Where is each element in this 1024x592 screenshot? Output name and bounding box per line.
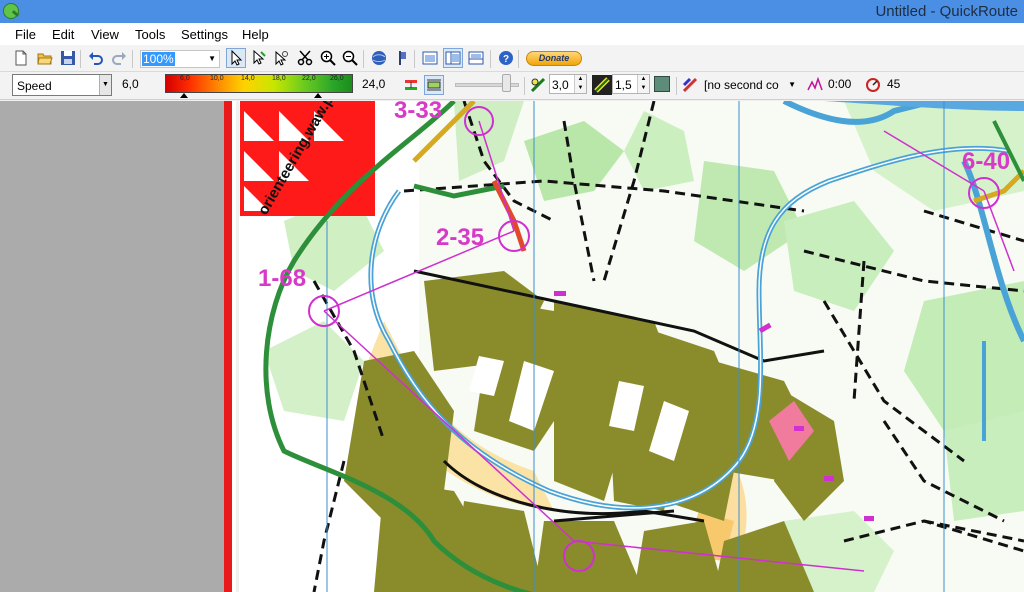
gradient-flip-icon[interactable] [402, 76, 420, 94]
help-icon[interactable]: ? [497, 49, 515, 67]
orienteering-map: orienteering.waw.pl 3-33 2-35 1-68 6-40 [224, 101, 1024, 592]
gradient-tick: 18,0 [272, 75, 286, 82]
svg-text:?: ? [503, 54, 509, 65]
split-pane-icon[interactable] [443, 48, 463, 68]
gradient-tick: 14,0 [241, 75, 255, 82]
menu-bar: File Edit View Tools Settings Help [0, 23, 1024, 45]
menu-help[interactable]: Help [242, 27, 269, 42]
new-icon[interactable] [12, 49, 30, 67]
smoothing-value[interactable]: 45 [887, 77, 900, 91]
toolbar-separator [414, 50, 415, 68]
laps-side-pane [0, 101, 224, 592]
route-line-width-value: 3,0 [552, 78, 569, 92]
globe-icon[interactable] [370, 49, 388, 67]
route-mask-width-value: 1,5 [615, 78, 632, 92]
color-gradient-bar[interactable]: 6,0 10,0 14,0 18,0 22,0 26,0 [165, 74, 353, 93]
gradient-tick: 26,0 [330, 75, 344, 82]
toolbar-separator [363, 50, 364, 68]
gradient-high-marker[interactable] [314, 93, 322, 98]
cut-icon[interactable] [296, 49, 314, 67]
gradient-transparency-slider-thumb[interactable] [502, 74, 511, 92]
menu-file[interactable]: File [15, 27, 36, 42]
control-label: 1-68 [258, 265, 306, 292]
gradient-low-value[interactable]: 6,0 [122, 77, 139, 91]
time-graph-icon [806, 76, 824, 94]
window-title: Untitled - QuickRoute [875, 3, 1018, 20]
second-property-combo[interactable]: [no second co ▼ [702, 75, 798, 95]
open-icon[interactable] [36, 49, 54, 67]
title-bar: Untitled - QuickRoute [0, 0, 1024, 23]
control-label: 3-33 [394, 101, 442, 124]
gradient-low-marker[interactable] [180, 93, 188, 98]
flag-icon[interactable] [393, 49, 411, 67]
gradient-tick: 6,0 [180, 75, 190, 82]
toolbar-separator [132, 50, 133, 68]
toolbar-separator [490, 50, 491, 68]
zoom-combo[interactable]: 100% ▼ [140, 50, 220, 68]
mask-color-swatch[interactable] [654, 76, 670, 92]
quickroute-app-icon [3, 3, 19, 19]
gradient-high-value[interactable]: 24,0 [362, 77, 385, 91]
undo-icon[interactable] [87, 49, 105, 67]
time-value[interactable]: 0:00 [828, 77, 851, 91]
color-coding-property-value: Speed [17, 79, 52, 93]
toolbar-separator [676, 77, 677, 95]
route-mask-width-spinner[interactable]: 1,5 ▲ ▼ [612, 74, 650, 94]
menu-tools[interactable]: Tools [135, 27, 165, 42]
zoom-route-icon[interactable] [272, 49, 290, 67]
color-coding-property-combo[interactable]: Speed ▼ [12, 74, 112, 96]
route-line-width-spinner[interactable]: 3,0 ▲ ▼ [549, 74, 587, 94]
chevron-down-icon[interactable]: ▼ [208, 54, 216, 63]
gradient-tick: 22,0 [302, 75, 316, 82]
toolbar-separator [518, 50, 519, 68]
chevron-down-icon[interactable]: ▼ [788, 80, 796, 89]
spinner-arrows-icon[interactable]: ▲ ▼ [637, 75, 649, 93]
toolbar-separator [524, 77, 525, 95]
redo-icon[interactable] [110, 49, 128, 67]
pointer-icon[interactable] [226, 48, 246, 68]
zoom-out-icon[interactable] [341, 49, 359, 67]
spinner-arrows-icon[interactable]: ▲ ▼ [574, 75, 586, 93]
gradient-tick: 10,0 [210, 75, 224, 82]
save-icon[interactable] [59, 49, 77, 67]
auto-adjust-gradient-icon[interactable] [424, 75, 444, 95]
menu-edit[interactable]: Edit [52, 27, 74, 42]
map-canvas[interactable]: orienteering.waw.pl 3-33 2-35 1-68 6-40 [224, 101, 1024, 592]
menu-settings[interactable]: Settings [181, 27, 228, 42]
donate-button[interactable]: Donate [526, 51, 582, 66]
chevron-down-icon[interactable]: ▼ [99, 75, 111, 95]
smoothing-gauge-icon [864, 76, 882, 94]
second-color-coding-icon [681, 76, 699, 94]
route-mask-icon [592, 75, 612, 95]
control-label: 2-35 [436, 224, 484, 251]
second-property-value: [no second co [704, 78, 779, 92]
zoom-value: 100% [142, 52, 175, 66]
single-pane-icon[interactable] [421, 49, 439, 67]
laps-pane-icon[interactable] [467, 49, 485, 67]
menu-view[interactable]: View [91, 27, 119, 42]
zoom-in-icon[interactable] [319, 49, 337, 67]
route-line-width-icon [529, 76, 547, 94]
control-label: 6-40 [962, 148, 1010, 175]
adjust-route-icon[interactable] [250, 49, 268, 67]
toolbar-separator [80, 50, 81, 68]
